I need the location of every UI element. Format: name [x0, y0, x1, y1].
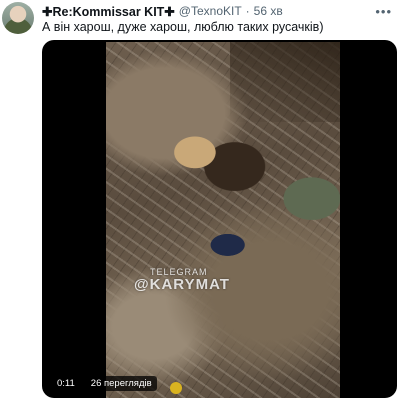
- video-info-overlay: 0:11 26 переглядів: [52, 375, 157, 391]
- tweet-card[interactable]: ✚Re:Kommissar KIT✚ @TexnoKIT · 56 хв •••…: [0, 0, 400, 400]
- video-duration: 0:11: [52, 375, 80, 391]
- video-scene-object: [170, 382, 182, 394]
- timestamp[interactable]: 56 хв: [254, 4, 283, 18]
- view-count: 26 переглядів: [85, 375, 157, 391]
- separator-dot: ·: [245, 4, 250, 18]
- video-watermark: TELEGRAM @KARYMAT: [134, 268, 230, 293]
- video-player[interactable]: TELEGRAM @KARYMAT 0:11 26 переглядів: [42, 40, 397, 398]
- watermark-main-text: @KARYMAT: [134, 276, 230, 293]
- tweet-header: ✚Re:Kommissar KIT✚ @TexnoKIT · 56 хв: [42, 3, 283, 19]
- more-horizontal-icon[interactable]: •••: [375, 4, 392, 19]
- tweet-text: А він харош, дуже харош, люблю таких рус…: [42, 20, 324, 34]
- user-handle[interactable]: @TexnoKIT: [179, 4, 242, 18]
- avatar[interactable]: [2, 2, 34, 34]
- display-name[interactable]: ✚Re:Kommissar KIT✚: [42, 4, 175, 19]
- video-scene-shadow: [230, 42, 340, 122]
- video-frame[interactable]: [106, 42, 340, 398]
